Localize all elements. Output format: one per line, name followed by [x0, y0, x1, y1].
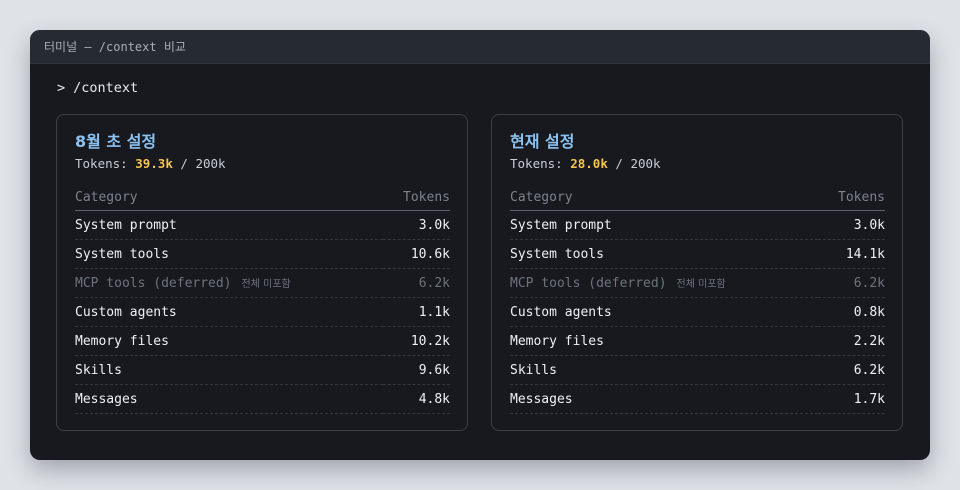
row-note: 전체 미포함 [676, 279, 726, 290]
table-row: Messages 1.7k [510, 384, 885, 414]
tokens-used: 39.3k [135, 156, 173, 171]
row-tokens: 2.2k [817, 326, 885, 356]
table-row: MCP tools (deferred) 전체 미포함 6.2k [510, 268, 885, 298]
row-category-cell: MCP tools (deferred) 전체 미포함 [75, 268, 383, 298]
command-text: /context [73, 80, 139, 96]
column-header-tokens: Tokens [382, 185, 450, 211]
row-category: Skills [75, 355, 383, 385]
tokens-used: 28.0k [570, 156, 608, 171]
tokens-separator: / [172, 156, 196, 171]
column-header-category: Category [510, 185, 818, 211]
table-header-row: Category Tokens [510, 185, 885, 211]
row-tokens: 10.2k [382, 326, 450, 356]
table-row: Memory files 10.2k [75, 326, 450, 356]
context-table: Category Tokens System prompt 3.0k Syste… [75, 185, 450, 414]
window-title: 터미널 — /context 비교 [44, 40, 186, 54]
row-category: System tools [75, 239, 383, 269]
row-category: MCP tools (deferred) [510, 276, 667, 291]
token-summary: Tokens: 39.3k / 200k [75, 155, 449, 173]
row-category: Messages [510, 384, 818, 414]
table-row: MCP tools (deferred) 전체 미포함 6.2k [75, 268, 450, 298]
table-row: System prompt 3.0k [75, 210, 450, 240]
column-header-tokens: Tokens [817, 185, 885, 211]
row-tokens: 3.0k [817, 210, 885, 240]
tokens-separator: / [607, 156, 631, 171]
tokens-total: 200k [630, 156, 661, 171]
tokens-label: Tokens: [510, 156, 571, 171]
row-category: MCP tools (deferred) [75, 276, 232, 291]
row-category: System prompt [75, 210, 383, 240]
row-category: Custom agents [75, 297, 383, 327]
row-tokens: 6.2k [382, 268, 450, 298]
row-tokens: 0.8k [817, 297, 885, 327]
table-row: Custom agents 0.8k [510, 297, 885, 327]
table-row: System tools 14.1k [510, 239, 885, 269]
context-panel-current: 현재 설정 Tokens: 28.0k / 200k Category Toke… [491, 114, 903, 431]
table-row: Skills 9.6k [75, 355, 450, 385]
terminal-window: 터미널 — /context 비교 > /context 8월 초 설정 Toke… [30, 30, 930, 460]
column-header-category: Category [75, 185, 383, 211]
context-panel-august: 8월 초 설정 Tokens: 39.3k / 200k Category To… [56, 114, 468, 431]
row-category: Messages [75, 384, 383, 414]
row-category: System prompt [510, 210, 818, 240]
panel-title: 현재 설정 [510, 132, 575, 151]
row-tokens: 3.0k [382, 210, 450, 240]
command-line: > /context [57, 80, 138, 96]
row-tokens: 1.1k [382, 297, 450, 327]
row-category: Custom agents [510, 297, 818, 327]
row-tokens: 14.1k [817, 239, 885, 269]
table-row: Memory files 2.2k [510, 326, 885, 356]
row-tokens: 1.7k [817, 384, 885, 414]
prompt-symbol: > [57, 80, 66, 96]
row-note: 전체 미포함 [241, 279, 291, 290]
title-bar: 터미널 — /context 비교 [30, 30, 930, 64]
row-tokens: 9.6k [382, 355, 450, 385]
row-category: Memory files [510, 326, 818, 356]
table-header-row: Category Tokens [75, 185, 450, 211]
table-row: Custom agents 1.1k [75, 297, 450, 327]
table-row: Skills 6.2k [510, 355, 885, 385]
row-tokens: 4.8k [382, 384, 450, 414]
token-summary: Tokens: 28.0k / 200k [510, 155, 884, 173]
row-category-cell: MCP tools (deferred) 전체 미포함 [510, 268, 818, 298]
tokens-label: Tokens: [75, 156, 136, 171]
table-row: Messages 4.8k [75, 384, 450, 414]
row-category: Memory files [75, 326, 383, 356]
row-tokens: 6.2k [817, 355, 885, 385]
table-row: System tools 10.6k [75, 239, 450, 269]
row-category: Skills [510, 355, 818, 385]
row-category: System tools [510, 239, 818, 269]
table-row: System prompt 3.0k [510, 210, 885, 240]
row-tokens: 10.6k [382, 239, 450, 269]
tokens-total: 200k [195, 156, 226, 171]
context-table: Category Tokens System prompt 3.0k Syste… [510, 185, 885, 414]
panel-title: 8월 초 설정 [75, 132, 157, 151]
row-tokens: 6.2k [817, 268, 885, 298]
